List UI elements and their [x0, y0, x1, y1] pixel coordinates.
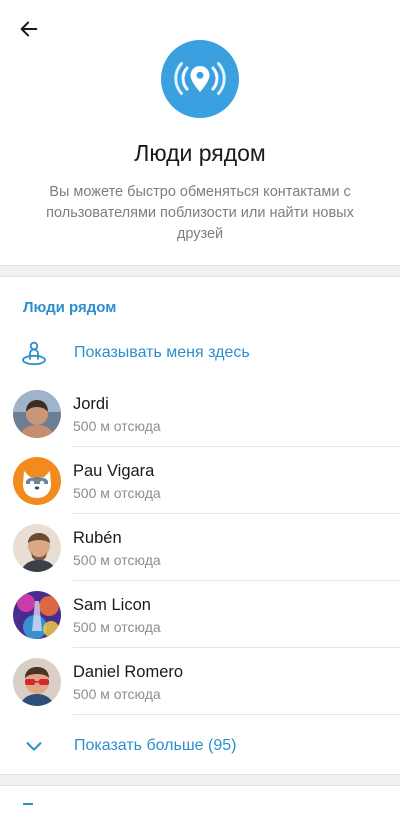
section-divider [0, 774, 400, 786]
person-name: Pau Vigara [73, 462, 155, 480]
avatar [13, 457, 61, 505]
person-distance: 500 м отсюда [73, 686, 161, 702]
back-button[interactable] [12, 12, 46, 46]
person-distance: 500 м отсюда [73, 485, 161, 501]
list-item-person[interactable]: Daniel Romero 500 м отсюда [0, 648, 400, 715]
arrow-left-icon [20, 21, 38, 37]
people-list: Jordi 500 м отсюда Pau Vigara 500 м отсю… [0, 380, 400, 715]
next-section-header [23, 803, 33, 805]
person-location-icon [22, 341, 46, 366]
nearby-section-title: Люди рядом [23, 299, 117, 316]
person-distance: 500 м отсюда [73, 418, 161, 434]
person-name: Jordi [73, 395, 109, 413]
avatar [13, 591, 61, 639]
avatar [13, 390, 61, 438]
page-description: Вы можете быстро обменяться контактами с… [46, 184, 354, 243]
chevron-down-icon [26, 742, 42, 751]
person-name: Daniel Romero [73, 663, 184, 681]
page-title: Люди рядом [134, 140, 266, 166]
person-distance: 500 м отсюда [73, 619, 161, 635]
person-name: Sam Licon [73, 596, 151, 614]
show-more-label: Показать больше (95) [74, 737, 237, 754]
nearby-hero-icon [161, 40, 239, 118]
person-name: Rubén [73, 529, 122, 547]
avatar [13, 658, 61, 706]
section-divider [0, 265, 400, 277]
person-distance: 500 м отсюда [73, 552, 161, 568]
list-item-person[interactable]: Jordi 500 м отсюда [0, 380, 400, 447]
avatar [13, 524, 61, 572]
show-me-here-label: Показывать меня здесь [74, 344, 250, 361]
show-more-button[interactable]: Показать больше (95) [0, 725, 400, 767]
list-item-person[interactable]: Rubén 500 м отсюда [0, 514, 400, 581]
list-item-person[interactable]: Pau Vigara 500 м отсюда [0, 447, 400, 514]
row-divider [73, 714, 400, 715]
show-me-here-button[interactable]: Показывать меня здесь [0, 332, 400, 374]
location-broadcast-icon [174, 62, 226, 95]
list-item-person[interactable]: Sam Licon 500 м отсюда [0, 581, 400, 648]
